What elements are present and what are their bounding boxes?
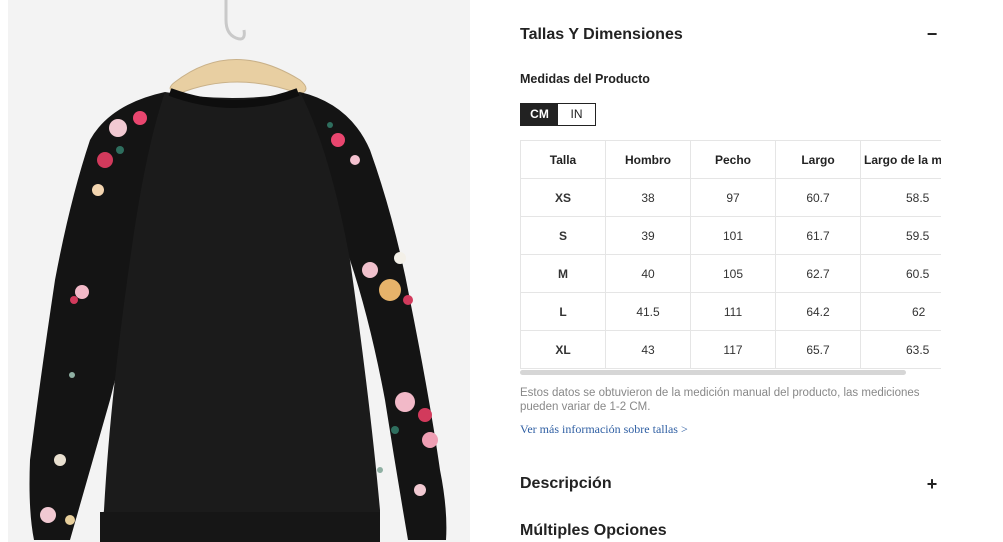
- table-row: S 39 101 61.7 59.5: [520, 216, 941, 255]
- size-table-container[interactable]: Talla Hombro Pecho Largo Largo de la m X…: [520, 140, 941, 369]
- table-cell: 65.7: [775, 330, 861, 369]
- table-row: L 41.5 111 64.2 62: [520, 292, 941, 331]
- table-horizontal-scrollbar[interactable]: [520, 370, 906, 375]
- sweatshirt-illustration: [0, 0, 472, 542]
- column-header: Talla: [520, 140, 606, 179]
- table-cell: 60.7: [775, 178, 861, 217]
- table-row: XL 43 117 65.7 63.5: [520, 330, 941, 369]
- measurement-note: Estos datos se obtuvieron de la medición…: [520, 387, 920, 413]
- table-cell: 117: [690, 330, 776, 369]
- unit-switch: CM IN: [520, 103, 596, 126]
- table-cell: L: [520, 292, 606, 331]
- unit-in-button[interactable]: IN: [558, 104, 595, 125]
- table-cell: 62.7: [775, 254, 861, 293]
- size-info-link[interactable]: Ver más información sobre tallas >: [520, 422, 688, 437]
- column-header: Pecho: [690, 140, 776, 179]
- table-cell: 43: [605, 330, 691, 369]
- table-row: M 40 105 62.7 60.5: [520, 254, 941, 293]
- table-cell: 38: [605, 178, 691, 217]
- unit-cm-button[interactable]: CM: [521, 104, 558, 125]
- column-header: Hombro: [605, 140, 691, 179]
- table-cell: 101: [690, 216, 776, 255]
- table-cell: 40: [605, 254, 691, 293]
- table-cell: 58.5: [860, 178, 941, 217]
- image-left-margin: [0, 0, 8, 542]
- table-cell: 63.5: [860, 330, 941, 369]
- table-cell: 60.5: [860, 254, 941, 293]
- column-header: Largo: [775, 140, 861, 179]
- size-table: Talla Hombro Pecho Largo Largo de la m X…: [520, 140, 941, 369]
- table-cell: 39: [605, 216, 691, 255]
- table-header-row: Talla Hombro Pecho Largo Largo de la m: [520, 140, 941, 179]
- table-cell: 111: [690, 292, 776, 331]
- table-cell: 64.2: [775, 292, 861, 331]
- table-cell: S: [520, 216, 606, 255]
- product-details-panel: Tallas Y Dimensiones − Medidas del Produ…: [520, 0, 1003, 542]
- table-cell: XL: [520, 330, 606, 369]
- column-header: Largo de la m: [860, 140, 941, 179]
- section-title-options[interactable]: Múltiples Opciones: [520, 522, 667, 540]
- table-cell: 97: [690, 178, 776, 217]
- table-cell: 62: [860, 292, 941, 331]
- table-cell: M: [520, 254, 606, 293]
- table-cell: 41.5: [605, 292, 691, 331]
- table-row: XS 38 97 60.7 58.5: [520, 178, 941, 217]
- section-title-description[interactable]: Descripción: [520, 475, 612, 493]
- expand-icon[interactable]: +: [924, 474, 940, 495]
- table-cell: 59.5: [860, 216, 941, 255]
- collapse-icon[interactable]: −: [924, 24, 940, 45]
- table-cell: 105: [690, 254, 776, 293]
- measurements-subtitle: Medidas del Producto: [520, 72, 650, 86]
- table-cell: 61.7: [775, 216, 861, 255]
- image-right-margin: [470, 0, 472, 542]
- section-title-sizes[interactable]: Tallas Y Dimensiones: [520, 26, 683, 44]
- table-cell: XS: [520, 178, 606, 217]
- product-image: [0, 0, 472, 542]
